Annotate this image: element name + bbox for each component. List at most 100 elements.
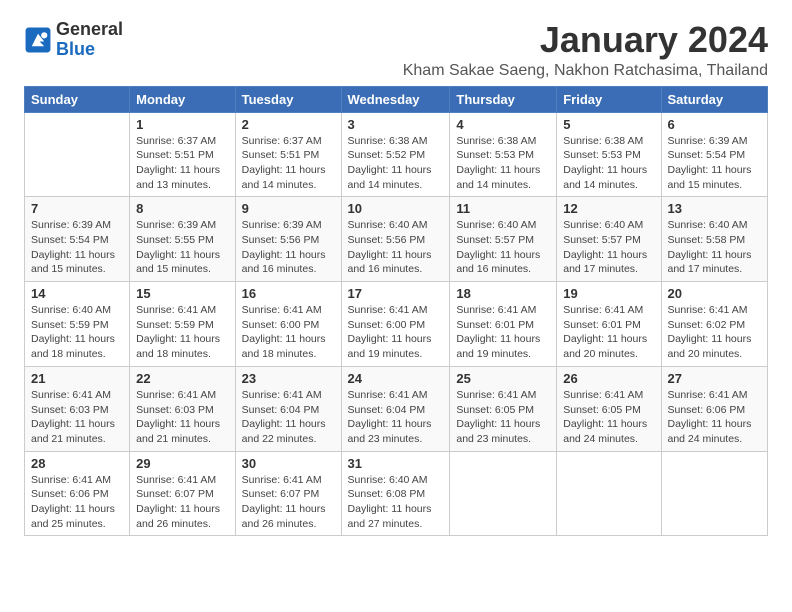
day-number: 17	[348, 286, 444, 301]
day-info: Sunrise: 6:40 AMSunset: 5:57 PMDaylight:…	[456, 218, 550, 277]
day-cell: 24 Sunrise: 6:41 AMSunset: 6:04 PMDayligh…	[341, 366, 450, 451]
day-cell: 31 Sunrise: 6:40 AMSunset: 6:08 PMDayligh…	[341, 451, 450, 536]
day-number: 2	[242, 117, 335, 132]
day-cell	[450, 451, 557, 536]
day-number: 13	[668, 201, 762, 216]
day-info: Sunrise: 6:38 AMSunset: 5:53 PMDaylight:…	[456, 134, 550, 193]
col-header-monday: Monday	[130, 86, 235, 112]
day-number: 26	[563, 371, 654, 386]
day-cell: 19 Sunrise: 6:41 AMSunset: 6:01 PMDayligh…	[557, 282, 661, 367]
day-cell: 16 Sunrise: 6:41 AMSunset: 6:00 PMDayligh…	[235, 282, 341, 367]
logo-icon	[24, 26, 52, 54]
day-number: 22	[136, 371, 228, 386]
day-number: 4	[456, 117, 550, 132]
day-cell: 10Sunrise: 6:40 AMSunset: 5:56 PMDayligh…	[341, 197, 450, 282]
day-number: 29	[136, 456, 228, 471]
col-header-saturday: Saturday	[661, 86, 768, 112]
week-row-5: 28 Sunrise: 6:41 AMSunset: 6:06 PMDayligh…	[25, 451, 768, 536]
day-info: Sunrise: 6:41 AMSunset: 6:04 PMDaylight:…	[348, 388, 444, 447]
day-number: 8	[136, 201, 228, 216]
page-header: General Blue January 2024 Kham Sakae Sae…	[24, 20, 768, 80]
day-info: Sunrise: 6:41 AMSunset: 5:59 PMDaylight:…	[136, 303, 228, 362]
day-info: Sunrise: 6:41 AMSunset: 6:03 PMDaylight:…	[31, 388, 123, 447]
day-number: 18	[456, 286, 550, 301]
col-header-tuesday: Tuesday	[235, 86, 341, 112]
day-number: 12	[563, 201, 654, 216]
day-info: Sunrise: 6:40 AMSunset: 5:59 PMDaylight:…	[31, 303, 123, 362]
day-info: Sunrise: 6:41 AMSunset: 6:01 PMDaylight:…	[563, 303, 654, 362]
day-number: 25	[456, 371, 550, 386]
day-info: Sunrise: 6:39 AMSunset: 5:56 PMDaylight:…	[242, 218, 335, 277]
day-number: 31	[348, 456, 444, 471]
day-cell: 29 Sunrise: 6:41 AMSunset: 6:07 PMDayligh…	[130, 451, 235, 536]
day-cell: 18 Sunrise: 6:41 AMSunset: 6:01 PMDayligh…	[450, 282, 557, 367]
day-number: 23	[242, 371, 335, 386]
day-info: Sunrise: 6:40 AMSunset: 5:58 PMDaylight:…	[668, 218, 762, 277]
week-row-2: 7Sunrise: 6:39 AMSunset: 5:54 PMDaylight…	[25, 197, 768, 282]
day-number: 19	[563, 286, 654, 301]
day-info: Sunrise: 6:38 AMSunset: 5:52 PMDaylight:…	[348, 134, 444, 193]
day-cell	[557, 451, 661, 536]
day-cell: 1 Sunrise: 6:37 AMSunset: 5:51 PMDaylight…	[130, 112, 235, 197]
day-info: Sunrise: 6:41 AMSunset: 6:07 PMDaylight:…	[136, 473, 228, 532]
calendar-header: SundayMondayTuesdayWednesdayThursdayFrid…	[25, 86, 768, 112]
calendar-body: 1 Sunrise: 6:37 AMSunset: 5:51 PMDaylight…	[25, 112, 768, 536]
day-cell: 13 Sunrise: 6:40 AMSunset: 5:58 PMDayligh…	[661, 197, 768, 282]
day-cell: 8Sunrise: 6:39 AMSunset: 5:55 PMDaylight…	[130, 197, 235, 282]
day-cell: 27Sunrise: 6:41 AMSunset: 6:06 PMDayligh…	[661, 366, 768, 451]
day-cell: 3 Sunrise: 6:38 AMSunset: 5:52 PMDaylight…	[341, 112, 450, 197]
col-header-wednesday: Wednesday	[341, 86, 450, 112]
week-row-3: 14Sunrise: 6:40 AMSunset: 5:59 PMDayligh…	[25, 282, 768, 367]
day-info: Sunrise: 6:41 AMSunset: 6:03 PMDaylight:…	[136, 388, 228, 447]
logo-general: General	[56, 20, 123, 40]
day-number: 3	[348, 117, 444, 132]
day-cell: 28 Sunrise: 6:41 AMSunset: 6:06 PMDayligh…	[25, 451, 130, 536]
col-header-friday: Friday	[557, 86, 661, 112]
day-number: 16	[242, 286, 335, 301]
day-info: Sunrise: 6:41 AMSunset: 6:01 PMDaylight:…	[456, 303, 550, 362]
day-number: 28	[31, 456, 123, 471]
day-number: 1	[136, 117, 228, 132]
day-cell: 4 Sunrise: 6:38 AMSunset: 5:53 PMDaylight…	[450, 112, 557, 197]
day-number: 21	[31, 371, 123, 386]
day-number: 24	[348, 371, 444, 386]
day-cell: 22 Sunrise: 6:41 AMSunset: 6:03 PMDayligh…	[130, 366, 235, 451]
day-cell: 23 Sunrise: 6:41 AMSunset: 6:04 PMDayligh…	[235, 366, 341, 451]
day-info: Sunrise: 6:41 AMSunset: 6:05 PMDaylight:…	[456, 388, 550, 447]
title-block: January 2024 Kham Sakae Saeng, Nakhon Ra…	[403, 20, 768, 80]
day-info: Sunrise: 6:41 AMSunset: 6:00 PMDaylight:…	[348, 303, 444, 362]
day-info: Sunrise: 6:41 AMSunset: 6:00 PMDaylight:…	[242, 303, 335, 362]
day-cell: 2Sunrise: 6:37 AMSunset: 5:51 PMDaylight…	[235, 112, 341, 197]
day-number: 9	[242, 201, 335, 216]
day-cell: 14Sunrise: 6:40 AMSunset: 5:59 PMDayligh…	[25, 282, 130, 367]
logo: General Blue	[24, 20, 123, 60]
logo-blue: Blue	[56, 40, 123, 60]
day-cell: 6Sunrise: 6:39 AMSunset: 5:54 PMDaylight…	[661, 112, 768, 197]
day-info: Sunrise: 6:41 AMSunset: 6:06 PMDaylight:…	[668, 388, 762, 447]
day-cell: 26 Sunrise: 6:41 AMSunset: 6:05 PMDayligh…	[557, 366, 661, 451]
calendar-table: SundayMondayTuesdayWednesdayThursdayFrid…	[24, 86, 768, 537]
col-header-sunday: Sunday	[25, 86, 130, 112]
day-cell: 17 Sunrise: 6:41 AMSunset: 6:00 PMDayligh…	[341, 282, 450, 367]
header-row: SundayMondayTuesdayWednesdayThursdayFrid…	[25, 86, 768, 112]
day-number: 15	[136, 286, 228, 301]
day-info: Sunrise: 6:41 AMSunset: 6:06 PMDaylight:…	[31, 473, 123, 532]
day-cell: 15 Sunrise: 6:41 AMSunset: 5:59 PMDayligh…	[130, 282, 235, 367]
day-number: 30	[242, 456, 335, 471]
day-cell: 25 Sunrise: 6:41 AMSunset: 6:05 PMDayligh…	[450, 366, 557, 451]
day-info: Sunrise: 6:41 AMSunset: 6:04 PMDaylight:…	[242, 388, 335, 447]
day-info: Sunrise: 6:37 AMSunset: 5:51 PMDaylight:…	[136, 134, 228, 193]
day-info: Sunrise: 6:38 AMSunset: 5:53 PMDaylight:…	[563, 134, 654, 193]
day-info: Sunrise: 6:40 AMSunset: 6:08 PMDaylight:…	[348, 473, 444, 532]
day-number: 20	[668, 286, 762, 301]
week-row-4: 21 Sunrise: 6:41 AMSunset: 6:03 PMDayligh…	[25, 366, 768, 451]
day-info: Sunrise: 6:41 AMSunset: 6:05 PMDaylight:…	[563, 388, 654, 447]
week-row-1: 1 Sunrise: 6:37 AMSunset: 5:51 PMDaylight…	[25, 112, 768, 197]
day-cell: 11Sunrise: 6:40 AMSunset: 5:57 PMDayligh…	[450, 197, 557, 282]
location-title: Kham Sakae Saeng, Nakhon Ratchasima, Tha…	[403, 62, 768, 80]
logo-text: General Blue	[56, 20, 123, 60]
day-info: Sunrise: 6:39 AMSunset: 5:54 PMDaylight:…	[31, 218, 123, 277]
day-cell: 9 Sunrise: 6:39 AMSunset: 5:56 PMDaylight…	[235, 197, 341, 282]
day-info: Sunrise: 6:41 AMSunset: 6:02 PMDaylight:…	[668, 303, 762, 362]
day-info: Sunrise: 6:41 AMSunset: 6:07 PMDaylight:…	[242, 473, 335, 532]
